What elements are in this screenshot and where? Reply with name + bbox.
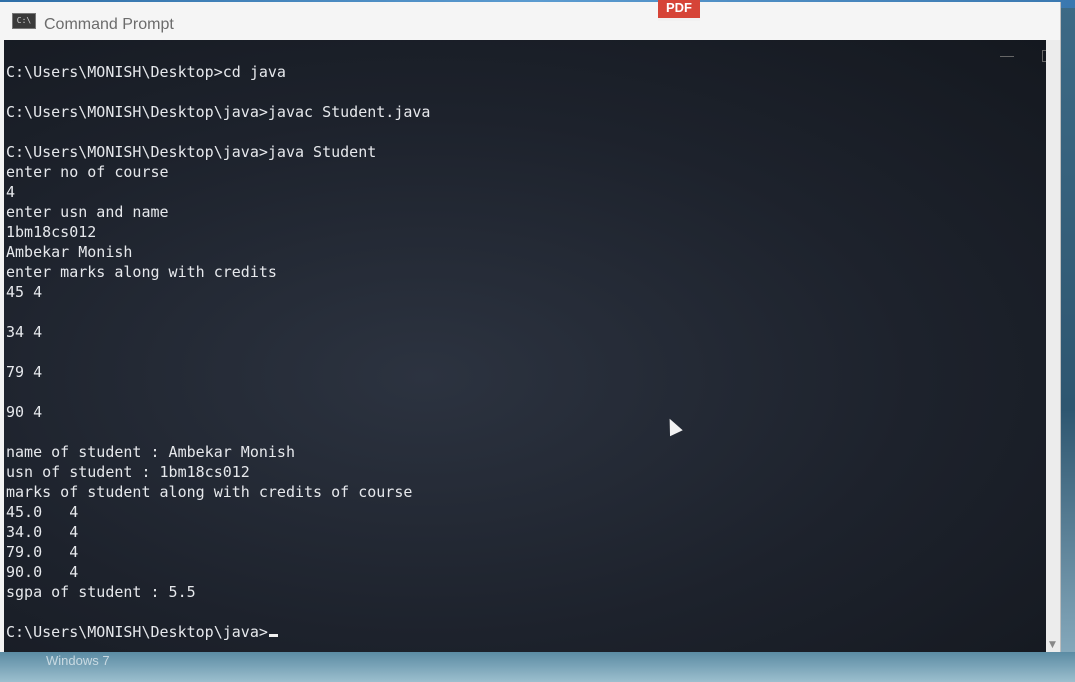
- console-line: 45.0 4: [6, 503, 79, 521]
- console-line: enter no of course: [6, 163, 169, 181]
- console-line: C:\Users\MONISH\Desktop>cd java: [6, 63, 286, 81]
- console-line: sgpa of student : 5.5: [6, 583, 196, 601]
- mouse-pointer-icon: [663, 415, 683, 437]
- console-line: 34.0 4: [6, 523, 79, 541]
- desktop: PDF C:\ Command Prompt C:\Users\MONISH\D…: [0, 0, 1075, 682]
- console-line: 34 4: [6, 323, 43, 341]
- console-line: Ambekar Monish: [6, 243, 133, 261]
- os-watermark: Windows 7: [46, 653, 110, 668]
- console-line: 90 4: [6, 403, 43, 421]
- console-line: marks of student along with credits of c…: [6, 483, 413, 501]
- console-line: enter marks along with credits: [6, 263, 277, 281]
- console-line: enter usn and name: [6, 203, 169, 221]
- console-line: name of student : Ambekar Monish: [6, 443, 295, 461]
- console-line: 4: [6, 183, 16, 201]
- cmd-app-icon: C:\: [12, 13, 36, 29]
- minimize-button[interactable]: [1000, 55, 1014, 57]
- console-line: usn of student : 1bm18cs012: [6, 463, 250, 481]
- console-line: C:\Users\MONISH\Desktop\java>: [6, 622, 430, 642]
- console-line: C:\Users\MONISH\Desktop\java>javac Stude…: [6, 103, 431, 121]
- title-bar[interactable]: C:\ Command Prompt: [0, 2, 1060, 40]
- vertical-scrollbar[interactable]: ▼: [1046, 40, 1060, 652]
- text-cursor: [268, 634, 278, 637]
- console-line: 79 4: [6, 363, 43, 381]
- scroll-down-icon[interactable]: ▼: [1049, 640, 1056, 650]
- console-text-area[interactable]: C:\Users\MONISH\Desktop>cd java C:\Users\…: [6, 62, 430, 642]
- window-title: Command Prompt: [44, 16, 174, 33]
- console-line: 79.0 4: [6, 543, 79, 561]
- console-output[interactable]: C:\Users\MONISH\Desktop>cd java C:\Users\…: [4, 40, 1056, 652]
- console-line: 1bm18cs012: [6, 223, 97, 241]
- pdf-icon[interactable]: PDF: [658, 0, 700, 21]
- desktop-bottom-area: [0, 652, 1075, 682]
- console-line: 45 4: [6, 283, 43, 301]
- command-prompt-window[interactable]: C:\ Command Prompt C:\Users\MONISH\Deskt…: [0, 2, 1061, 652]
- console-line: 90.0 4: [6, 563, 79, 581]
- console-line: C:\Users\MONISH\Desktop\java>java Studen…: [6, 143, 377, 161]
